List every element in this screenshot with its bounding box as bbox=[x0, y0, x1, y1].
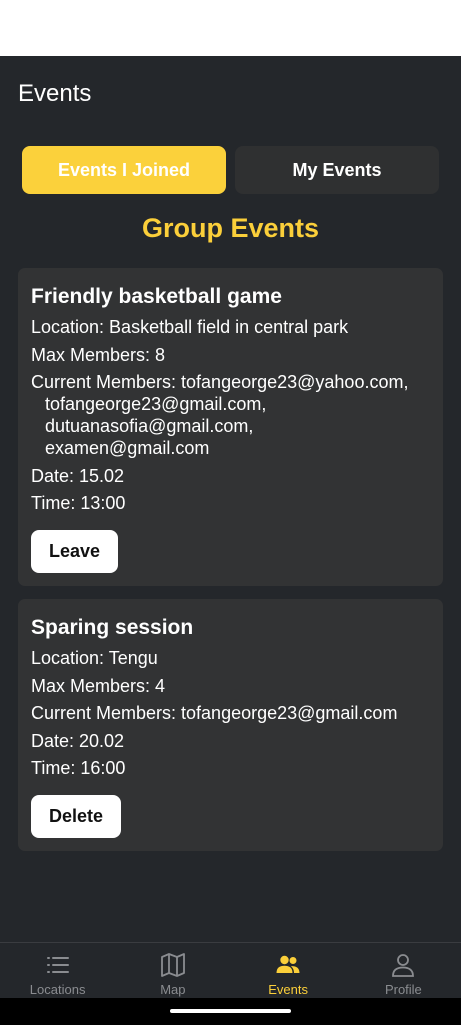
event-date: Date: 20.02 bbox=[31, 730, 125, 751]
map-icon bbox=[160, 953, 185, 977]
nav-item-map[interactable]: Map bbox=[115, 943, 230, 999]
delete-button[interactable]: Delete bbox=[31, 794, 122, 838]
member-email: tofangeorge23@gmail.com, bbox=[45, 394, 267, 414]
home-indicator[interactable] bbox=[170, 1009, 291, 1013]
list-icon bbox=[46, 957, 69, 973]
leave-button[interactable]: Leave bbox=[31, 529, 119, 573]
nav-label-map: Map bbox=[160, 982, 186, 997]
nav-label-events: Events bbox=[268, 982, 308, 997]
nav-item-events[interactable]: Events bbox=[231, 943, 346, 999]
current-members-label: Current Members: tofangeorge23@yahoo.com… bbox=[31, 372, 409, 392]
nav-item-profile[interactable]: Profile bbox=[346, 943, 461, 999]
bottom-navigation: Locations Map Events Profile bbox=[0, 942, 461, 999]
event-max-members: Max Members: 8 bbox=[31, 344, 166, 365]
status-bar bbox=[0, 0, 461, 56]
people-icon bbox=[276, 955, 300, 973]
event-current-members: Current Members: tofangeorge23@yahoo.com… bbox=[31, 371, 430, 459]
tab-my-events[interactable]: My Events bbox=[235, 146, 439, 194]
tab-events-joined[interactable]: Events I Joined bbox=[22, 146, 226, 194]
event-title: Friendly basketball game bbox=[31, 285, 282, 308]
event-location: Location: Tengu bbox=[31, 648, 158, 668]
person-icon bbox=[392, 954, 415, 977]
event-location: Location: Basketball field in central pa… bbox=[31, 317, 349, 337]
nav-item-locations[interactable]: Locations bbox=[0, 943, 115, 999]
event-card: Sparing session Location: Tengu Max Memb… bbox=[18, 599, 443, 851]
event-card: Friendly basketball game Location: Baske… bbox=[18, 268, 443, 586]
event-time: Time: 16:00 bbox=[31, 758, 126, 778]
member-email: examen@gmail.com bbox=[45, 438, 210, 458]
event-current-members: Current Members: tofangeorge23@gmail.com bbox=[31, 703, 398, 723]
event-max-members: Max Members: 4 bbox=[31, 675, 166, 696]
event-date: Date: 15.02 bbox=[31, 465, 125, 486]
nav-label-profile: Profile bbox=[384, 982, 422, 997]
event-title: Sparing session bbox=[31, 616, 194, 639]
nav-label-locations: Locations bbox=[29, 982, 86, 997]
section-title: Group Events bbox=[141, 213, 320, 243]
member-email: dutuanasofia@gmail.com, bbox=[45, 416, 254, 436]
tab-bar: Events I Joined My Events bbox=[22, 146, 439, 194]
page-title: Events bbox=[18, 80, 92, 107]
system-gesture-area bbox=[0, 998, 461, 1025]
event-time: Time: 13:00 bbox=[31, 493, 126, 513]
